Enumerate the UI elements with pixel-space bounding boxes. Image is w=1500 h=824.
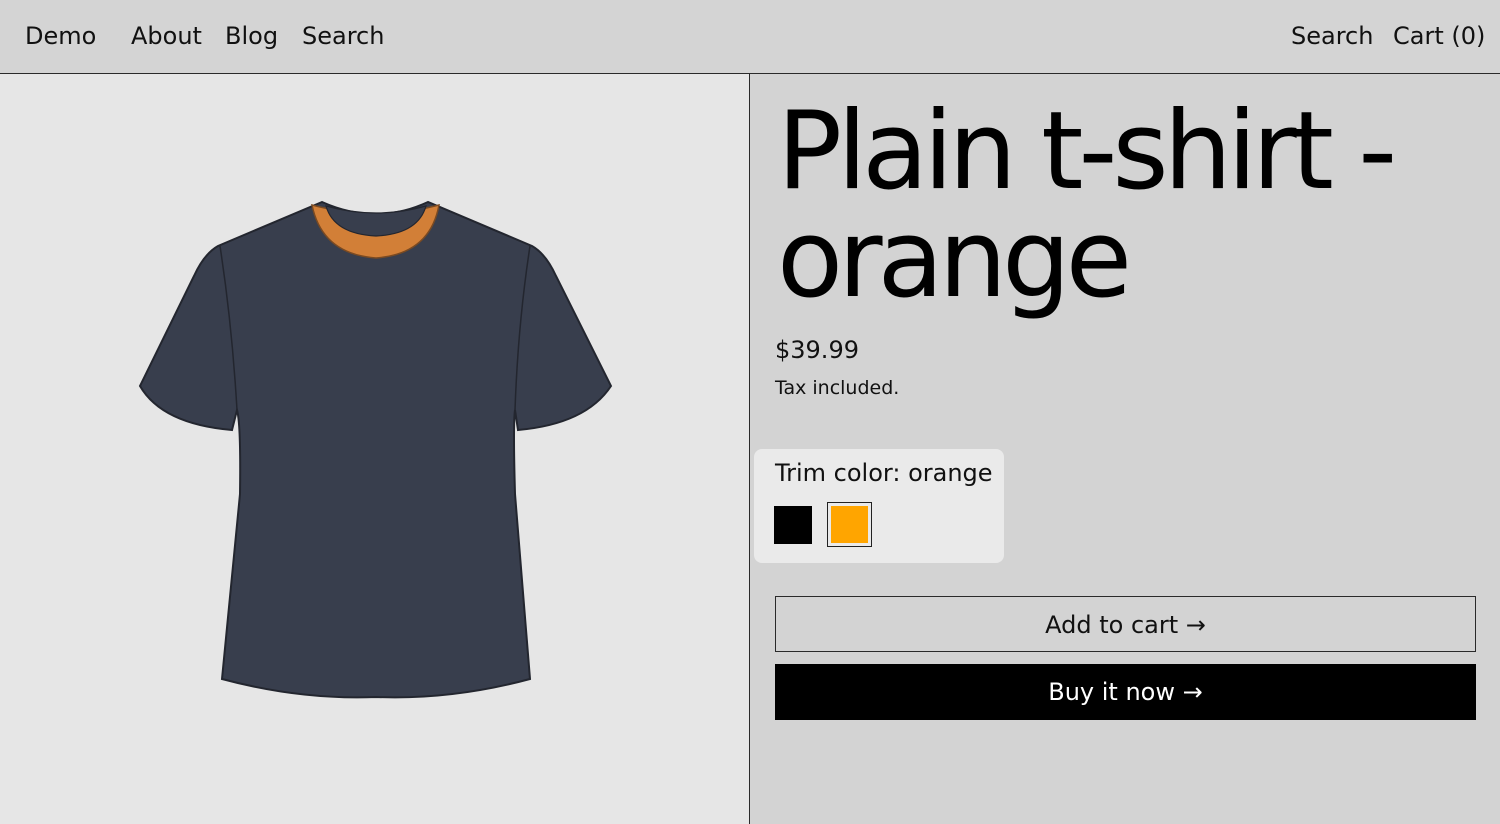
nav-link-search[interactable]: Search xyxy=(302,20,384,52)
cart-link[interactable]: Cart (0) xyxy=(1393,20,1485,52)
site-header: Demo About Blog Search Search Cart (0) xyxy=(0,0,1500,74)
nav-link-blog[interactable]: Blog xyxy=(225,20,278,52)
product-title: Plain t-shirt - orange xyxy=(777,89,1397,322)
swatch-orange-selected[interactable] xyxy=(827,502,872,547)
product-details: Plain t-shirt - orange $39.99 Tax includ… xyxy=(751,74,1500,824)
tshirt-body-shape xyxy=(138,200,613,699)
variant-label: Trim color: orange xyxy=(775,459,993,487)
product-image-panel xyxy=(0,74,750,824)
variant-picker: Trim color: orange xyxy=(754,449,1004,563)
tax-note: Tax included. xyxy=(775,377,900,399)
product-page: Plain t-shirt - orange $39.99 Tax includ… xyxy=(0,74,1500,824)
buy-it-now-button[interactable]: Buy it now → xyxy=(775,664,1476,720)
product-price: $39.99 xyxy=(775,336,859,364)
swatch-orange-fill xyxy=(831,506,868,543)
nav-link-about[interactable]: About xyxy=(131,20,202,52)
brand-link[interactable]: Demo xyxy=(25,20,96,52)
product-image xyxy=(138,200,613,699)
swatch-black[interactable] xyxy=(774,506,812,544)
header-search-link[interactable]: Search xyxy=(1291,20,1373,52)
add-to-cart-button[interactable]: Add to cart → xyxy=(775,596,1476,652)
